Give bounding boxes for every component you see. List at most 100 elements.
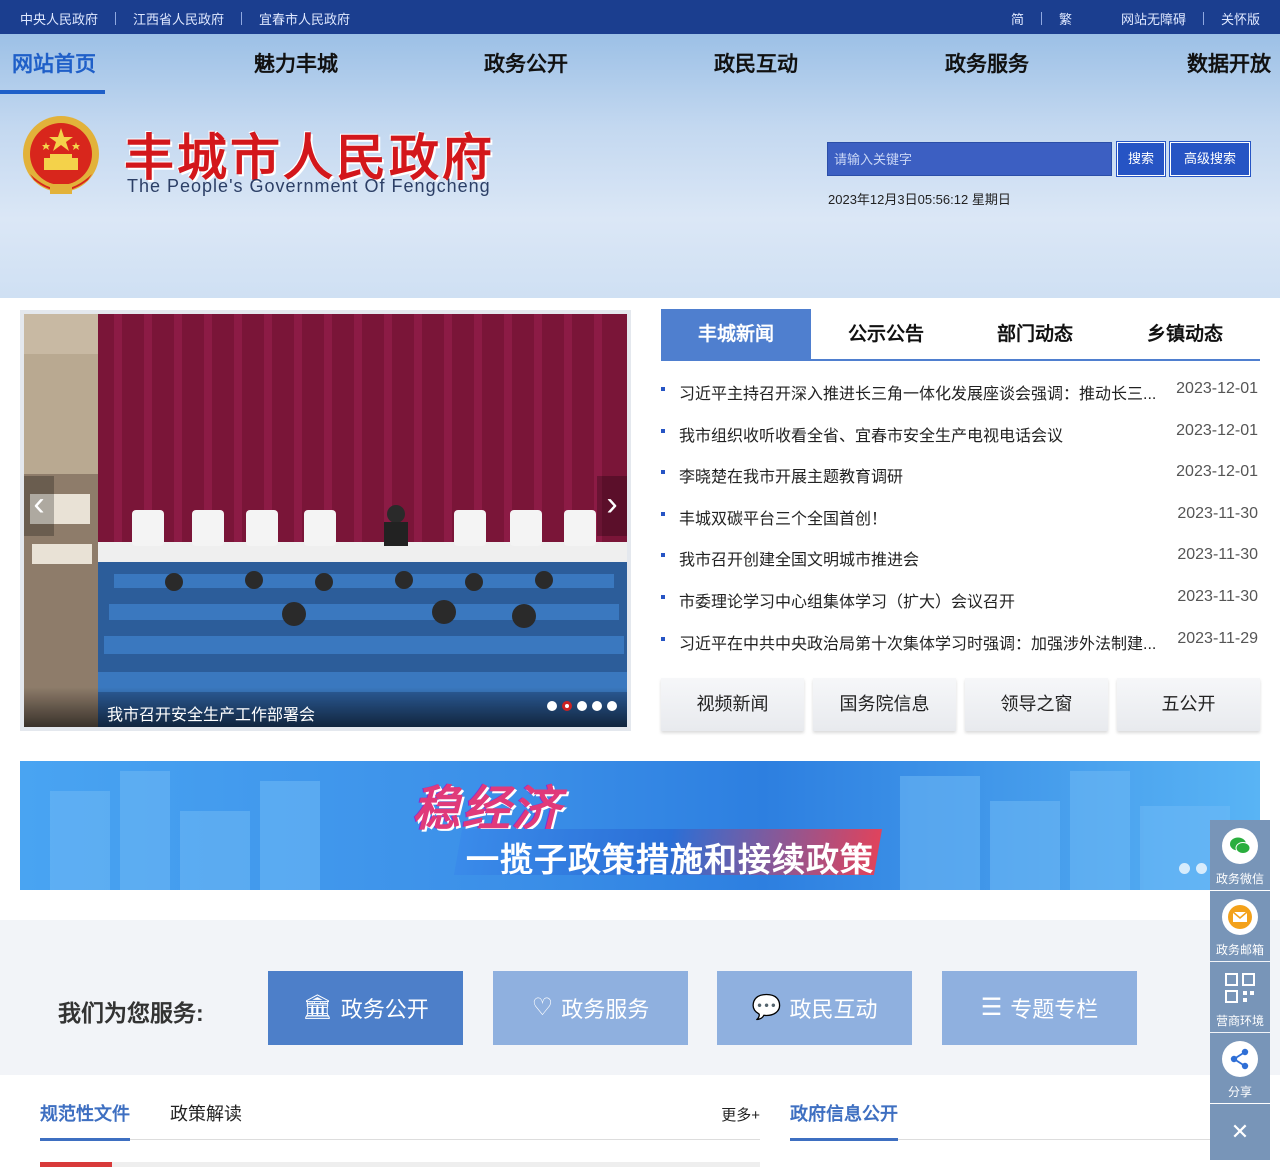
service-label: 专题专栏 [1010, 997, 1099, 1022]
banner-tagline: 一揽子政策措施和接续政策 [466, 841, 874, 878]
search-input[interactable]: 请输入关键字 [827, 142, 1112, 176]
advanced-search-button[interactable]: 高级搜索 [1169, 141, 1251, 177]
list-item[interactable]: 习近平主持召开深入推进长三角一体化发展座谈会强调：推动长三... 2023-12-… [661, 370, 1260, 412]
bullet [661, 594, 665, 599]
section-title-info-disclosure[interactable]: 政府信息公开 [790, 1100, 898, 1141]
link-jiangxi-gov[interactable]: 江西省人民政府 [133, 9, 224, 28]
services-label: 我们为您服务: [58, 1000, 204, 1026]
main-nav: 网站首页 魅力丰城 政务公开 政民互动 政务服务 数据开放 [0, 34, 1280, 94]
slider-next-icon[interactable]: › [597, 476, 627, 536]
news-date: 2023-12-01 [1176, 380, 1258, 397]
divider [241, 12, 243, 25]
bullet [661, 636, 665, 641]
section-bar [112, 1162, 760, 1167]
nav-active-underline [0, 90, 105, 94]
divider [1040, 12, 1042, 25]
nav-gov-affairs-open[interactable]: 政务公开 [484, 48, 568, 78]
list-item[interactable]: 丰城双碳平台三个全国首创！ 2023-11-30 [661, 495, 1260, 537]
more-link[interactable]: 更多+ [721, 1104, 760, 1125]
tab-department-news[interactable]: 部门动态 [960, 309, 1110, 359]
tab-announcements[interactable]: 公示公告 [811, 309, 961, 359]
mail-icon [1222, 899, 1258, 935]
slider-prev-icon[interactable]: ‹ [24, 476, 54, 536]
float-label: 营商环境 [1215, 1014, 1264, 1028]
site-subtitle: The People's Government Of Fengcheng [127, 176, 491, 196]
news-title[interactable]: 我市召开创建全国文明城市推进会 [679, 546, 1159, 570]
float-label: 分享 [1227, 1085, 1252, 1099]
service-label: 政务服务 [561, 997, 650, 1022]
policy-banner[interactable]: 稳经济 一揽子政策措施和接续政策 [20, 761, 1260, 890]
current-datetime: 2023年12月3日05:56:12 星期日 [828, 192, 1011, 207]
national-emblem-icon [23, 116, 99, 194]
slider-dot[interactable] [577, 701, 587, 711]
service-special-topics[interactable]: ☰ 专题专栏 [942, 971, 1137, 1045]
float-email[interactable]: 政务邮箱 [1210, 891, 1270, 961]
news-title[interactable]: 我市组织收听收看全省、宜春市安全生产电视电话会议 [679, 422, 1159, 446]
news-date: 2023-11-29 [1177, 629, 1258, 647]
link-simplified[interactable]: 简 [1011, 9, 1024, 28]
link-traditional[interactable]: 繁 [1059, 9, 1072, 28]
nav-gov-services[interactable]: 政务服务 [945, 48, 1029, 78]
five-open-button[interactable]: 五公开 [1117, 678, 1260, 731]
divider [1202, 12, 1204, 25]
news-title[interactable]: 习近平主持召开深入推进长三角一体化发展座谈会强调：推动长三... [679, 380, 1159, 404]
nav-home[interactable]: 网站首页 [12, 48, 96, 78]
nav-open-data[interactable]: 数据开放 [1187, 48, 1271, 78]
link-accessibility[interactable]: 网站无障碍 [1121, 9, 1186, 28]
link-yichun-gov[interactable]: 宜春市人民政府 [259, 9, 350, 28]
services-section: 我们为您服务: 🏛 政务公开 ♡ 政务服务 💬 政民互动 ☰ 专题专栏 [0, 920, 1280, 1075]
close-icon[interactable]: ✕ [1210, 1104, 1270, 1160]
news-title[interactable]: 丰城双碳平台三个全国首创！ [679, 505, 1159, 529]
chat-icon: 💬 [751, 994, 782, 1021]
news-slider[interactable]: ‹ › 我市召开安全生产工作部署会 [20, 310, 631, 731]
link-elder-mode[interactable]: 关怀版 [1221, 9, 1260, 28]
state-council-info-button[interactable]: 国务院信息 [813, 678, 956, 731]
float-share[interactable]: 分享 [1210, 1033, 1270, 1103]
banner-dot[interactable] [1179, 863, 1190, 874]
link-central-gov[interactable]: 中央人民政府 [20, 9, 98, 28]
news-date: 2023-11-30 [1177, 587, 1258, 605]
slider-dot[interactable] [607, 701, 617, 711]
tab-policy-interpretation[interactable]: 政策解读 [170, 1100, 242, 1126]
service-interaction[interactable]: 💬 政民互动 [717, 971, 912, 1045]
tab-normative-documents[interactable]: 规范性文件 [40, 1100, 130, 1141]
nav-charm-fengcheng[interactable]: 魅力丰城 [254, 48, 338, 78]
float-wechat[interactable]: 政务微信 [1210, 820, 1270, 890]
top-links-right: 简 繁 网站无障碍 关怀版 [1011, 9, 1260, 28]
news-title[interactable]: 市委理论学习中心组集体学习（扩大）会议召开 [679, 588, 1159, 612]
slider-dot-active[interactable] [562, 701, 572, 711]
list-item[interactable]: 我市召开创建全国文明城市推进会 2023-11-30 [661, 536, 1260, 578]
tab-fengcheng-news[interactable]: 丰城新闻 [661, 309, 811, 359]
bullet [661, 387, 665, 391]
bullet [661, 470, 665, 475]
list-item[interactable]: 李晓楚在我市开展主题教育调研 2023-12-01 [661, 453, 1260, 495]
list-item[interactable]: 市委理论学习中心组集体学习（扩大）会议召开 2023-11-30 [661, 578, 1260, 620]
slider-dot[interactable] [592, 701, 602, 711]
list-item[interactable]: 习近平在中共中央政治局第十次集体学习时强调：加强涉外法制建... 2023-11-… [661, 620, 1260, 662]
search-button[interactable]: 搜索 [1116, 141, 1166, 177]
service-label: 政民互动 [789, 997, 878, 1022]
slider-dot[interactable] [547, 701, 557, 711]
service-gov-affairs-open[interactable]: 🏛 政务公开 [268, 971, 463, 1045]
info-disclosure-header: 政府信息公开 [790, 1098, 1220, 1141]
share-icon [1222, 1041, 1258, 1077]
wechat-icon [1222, 828, 1258, 864]
quick-links: 视频新闻 国务院信息 领导之窗 五公开 [661, 678, 1260, 731]
news-list: 习近平主持召开深入推进长三角一体化发展座谈会强调：推动长三... 2023-12-… [661, 370, 1260, 661]
list-item[interactable]: 我市组织收听收看全省、宜春市安全生产电视电话会议 2023-12-01 [661, 412, 1260, 454]
news-title[interactable]: 李晓楚在我市开展主题教育调研 [679, 463, 1159, 487]
banner-dot[interactable] [1196, 863, 1207, 874]
leaders-window-button[interactable]: 领导之窗 [965, 678, 1108, 731]
slider-caption-bar: 我市召开安全生产工作部署会 [24, 687, 627, 727]
nav-interaction[interactable]: 政民互动 [714, 48, 798, 78]
float-business-env[interactable]: 营商环境 [1210, 962, 1270, 1032]
float-label: 政务微信 [1215, 872, 1264, 886]
top-links-left: 中央人民政府 江西省人民政府 宜春市人民政府 [20, 9, 350, 28]
float-sidebar: 政务微信 政务邮箱 营商环境 分享 ✕ [1210, 820, 1270, 1160]
heart-hand-icon: ♡ [531, 994, 554, 1021]
news-title[interactable]: 习近平在中共中央政治局第十次集体学习时强调：加强涉外法制建... [679, 630, 1159, 654]
video-news-button[interactable]: 视频新闻 [661, 678, 804, 731]
service-gov-services[interactable]: ♡ 政务服务 [493, 971, 688, 1045]
tab-township-news[interactable]: 乡镇动态 [1110, 309, 1260, 359]
